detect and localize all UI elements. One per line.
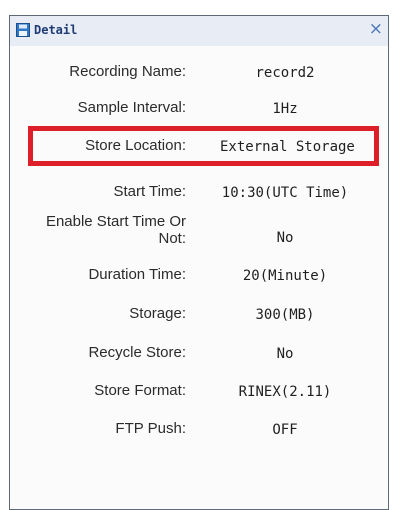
store-location-value: External Storage	[220, 139, 355, 155]
sample-interval-value: 1Hz	[272, 101, 298, 117]
duration-time-value: 20(Minute)	[242, 268, 328, 284]
storage-value: 300(MB)	[255, 307, 315, 323]
title-bar[interactable]: Detail ×	[10, 16, 388, 46]
sample-interval-label: Sample Interval:	[77, 99, 186, 116]
store-location-label: Store Location:	[85, 137, 186, 154]
store-format-label: Store Format:	[94, 382, 186, 399]
recording-name-value: record2	[255, 65, 315, 81]
start-time-label: Start Time:	[113, 183, 186, 200]
enable-start-time-label: Enable Start Time Or Not:	[45, 213, 186, 247]
recycle-store-label: Recycle Store:	[88, 344, 186, 361]
enable-start-time-value: No	[276, 230, 294, 246]
detail-dialog: Detail × Recording Name: record2 Sample …	[9, 15, 389, 510]
ftp-push-value: OFF	[272, 422, 298, 438]
start-time-value: 10:30(UTC Time)	[221, 185, 349, 201]
close-icon[interactable]: ×	[369, 21, 383, 38]
store-format-value: RINEX(2.11)	[238, 384, 332, 400]
window-title: Detail	[34, 23, 78, 37]
storage-label: Storage:	[129, 305, 186, 322]
ftp-push-label: FTP Push:	[115, 420, 186, 437]
recording-name-label: Recording Name:	[69, 63, 186, 80]
duration-time-label: Duration Time:	[88, 266, 186, 283]
recycle-store-value: No	[276, 346, 294, 362]
floppy-disk-icon	[16, 23, 30, 37]
